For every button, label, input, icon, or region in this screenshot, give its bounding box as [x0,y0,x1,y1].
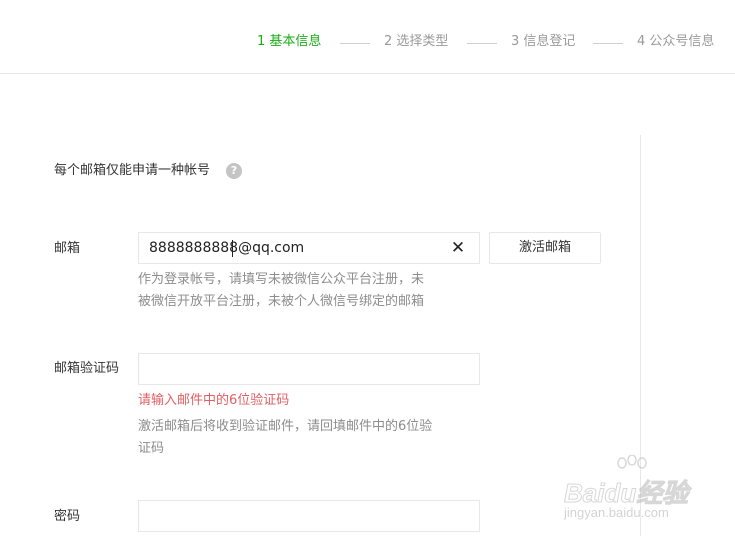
email-field[interactable]: 8888888888@qq.com ✕ [138,232,480,264]
email-tip: 作为登录帐号，请填写未被微信公众平台注册，未 被微信开放平台注册，未被个人微信号… [138,269,468,313]
verify-code-error: 请输入邮件中的6位验证码 [138,393,290,408]
email-tip-line: 作为登录帐号，请填写未被微信公众平台注册，未 [138,272,425,287]
email-tip-line: 被微信开放平台注册，未被个人微信号绑定的邮箱 [138,294,425,309]
verify-code-tip-line: 证码 [138,441,165,456]
verify-code-tip-line: 激活邮箱后将收到验证邮件，请回填邮件中的6位验 [138,419,433,434]
steps-bar: 1 基本信息 2 选择类型 3 信息登记 4 公众号信息 [0,0,735,74]
step-account-info: 4 公众号信息 [637,34,715,49]
verify-code-label: 邮箱验证码 [54,361,120,376]
step-connector [593,43,623,44]
verify-code-field[interactable] [138,353,480,385]
step-select-type: 2 选择类型 [384,34,449,49]
step-connector [467,43,497,44]
help-icon[interactable]: ? [226,163,242,179]
watermark-url: jingyan.baidu.com [564,505,669,520]
email-value: 8888888888@qq.com [149,240,305,256]
email-label: 邮箱 [54,241,81,256]
verify-code-tip: 激活邮箱后将收到验证邮件，请回填邮件中的6位验 证码 [138,416,468,460]
account-notice: 每个邮箱仅能申请一种帐号 [54,163,211,178]
baidu-jingyan-watermark: Baidu经验 jingyan.baidu.com [560,455,710,530]
clear-icon[interactable]: ✕ [449,238,467,258]
step-basic-info: 1 基本信息 [257,34,322,49]
password-label: 密码 [54,509,81,524]
text-caret [232,240,233,257]
step-connector [340,43,370,44]
password-field[interactable] [138,500,480,532]
step-info-register: 3 信息登记 [511,34,576,49]
activate-email-button[interactable]: 激活邮箱 [489,232,601,264]
